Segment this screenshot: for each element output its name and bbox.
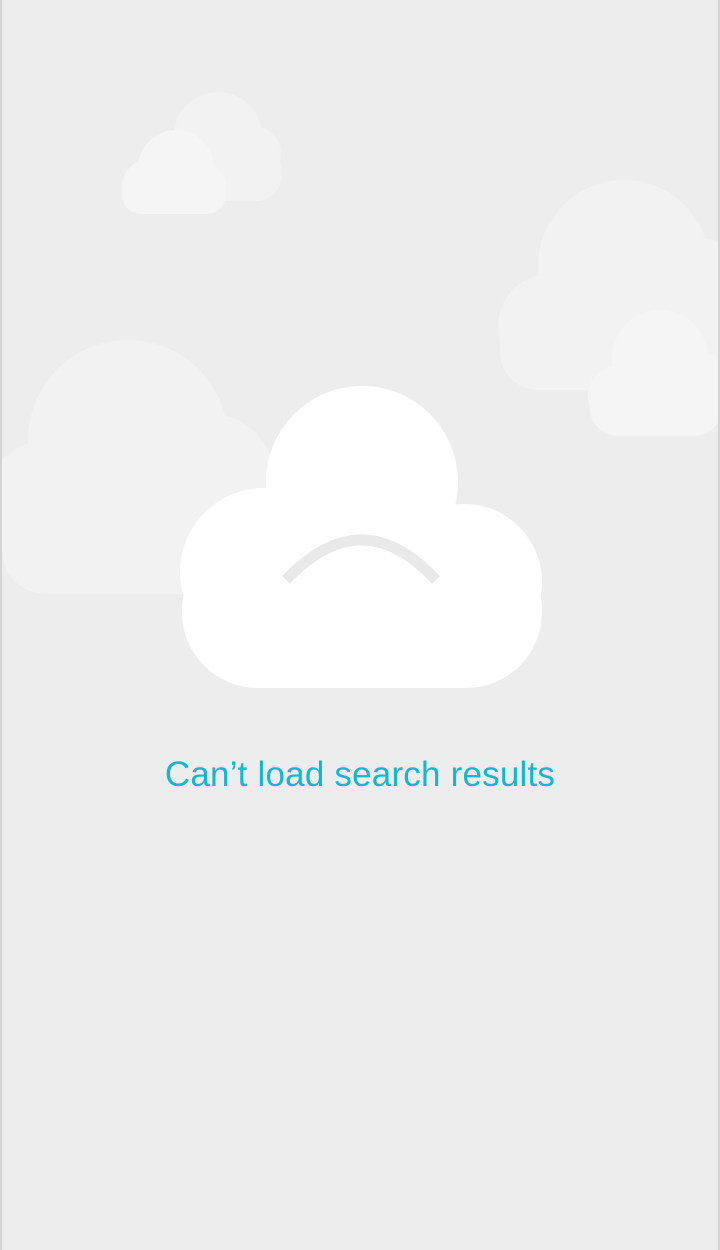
error-message: Can’t load search results — [164, 755, 556, 794]
cloud-icon — [588, 310, 718, 436]
search-error-screen: Can’t load search results — [0, 0, 720, 1250]
cloud-icon — [122, 92, 282, 214]
sad-cloud-icon — [180, 386, 542, 688]
